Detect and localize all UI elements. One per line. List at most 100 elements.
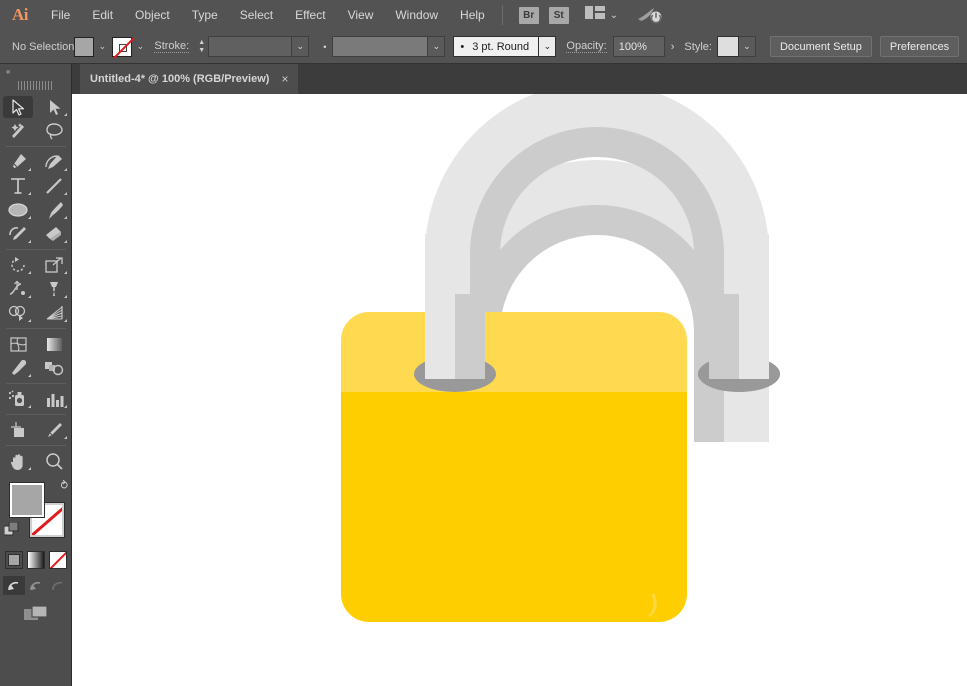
menu-effect[interactable]: Effect [284, 0, 336, 30]
fill-color-box[interactable] [9, 482, 45, 518]
fill-chevron-down-icon[interactable]: ⌄ [94, 37, 110, 57]
variable-width-input[interactable] [332, 36, 429, 57]
tool-symbol-sprayer[interactable] [0, 387, 36, 411]
tool-zoom[interactable] [36, 449, 72, 473]
color-controls: ⥁ [0, 477, 72, 549]
opacity-input[interactable]: 100% [612, 36, 665, 57]
tool-width[interactable] [0, 277, 36, 301]
graphic-style-control[interactable]: ⌄ [716, 36, 756, 57]
draw-normal-button[interactable] [2, 576, 25, 595]
tool-pen[interactable] [0, 150, 36, 174]
tools-panel-grip[interactable] [17, 79, 54, 91]
swap-fill-stroke-icon[interactable]: ⥁ [60, 479, 68, 492]
opacity-label[interactable]: Opacity: [566, 40, 607, 53]
menu-object[interactable]: Object [124, 0, 181, 30]
collapse-panel-icon[interactable]: « [6, 67, 11, 76]
stroke-weight-stepper[interactable]: ▲ ▼ [195, 36, 208, 57]
tool-blend[interactable] [36, 356, 72, 380]
tool-column-graph[interactable] [36, 387, 72, 411]
width-profile-bullet-icon: • [323, 41, 327, 52]
style-chevron-down-icon[interactable]: ⌄ [738, 36, 756, 57]
type-icon [11, 178, 25, 194]
variable-width-profile-control[interactable]: • ⌄ [317, 36, 446, 57]
fill-swatch[interactable] [74, 36, 95, 57]
brush-definition-display[interactable]: • 3 pt. Round [453, 36, 540, 57]
draw-behind-button[interactable] [24, 576, 47, 595]
stroke-weight-label[interactable]: Stroke: [154, 40, 190, 53]
screen-mode-button[interactable] [0, 604, 71, 623]
brush-definition-control[interactable]: • 3 pt. Round ⌄ [453, 36, 557, 57]
tool-hand[interactable] [0, 449, 36, 473]
menu-window[interactable]: Window [384, 0, 449, 30]
brush-chevron-down-icon[interactable]: ⌄ [539, 36, 557, 57]
tool-curvature[interactable] [36, 150, 72, 174]
perspective-grid-icon [46, 306, 63, 320]
draw-inside-button[interactable] [46, 576, 69, 595]
close-icon[interactable]: × [281, 73, 288, 85]
tool-ellipse[interactable] [0, 198, 36, 222]
canvas-area[interactable] [73, 94, 967, 686]
fill-control[interactable]: ⌄ [74, 36, 110, 57]
menu-divider [501, 5, 503, 25]
tool-shaper[interactable] [0, 222, 36, 246]
tool-paintbrush[interactable] [36, 198, 72, 222]
tool-perspective-grid[interactable] [36, 301, 72, 325]
workspace-switcher[interactable]: ⌄ [584, 6, 618, 24]
menu-type[interactable]: Type [181, 0, 229, 30]
body-main [341, 392, 687, 622]
tool-rotate[interactable] [0, 253, 36, 277]
padlock-illustration[interactable] [73, 94, 967, 686]
opacity-control[interactable]: 100% › [612, 36, 681, 57]
tool-eraser[interactable] [36, 222, 72, 246]
stroke-chevron-down-icon[interactable]: ⌄ [132, 37, 148, 57]
gradient-button[interactable] [26, 551, 45, 569]
free-transform-pin-icon [50, 282, 58, 296]
variable-width-chevron-down-icon[interactable]: ⌄ [428, 36, 446, 57]
stroke-color-control[interactable]: ⌄ [112, 36, 148, 57]
stroke-weight-input[interactable] [208, 36, 293, 57]
stroke-swatch[interactable] [112, 36, 133, 57]
stroke-weight-chevron-down-icon[interactable]: ⌄ [292, 36, 310, 57]
tool-slice[interactable] [36, 418, 72, 442]
tools-panel-header[interactable]: « [0, 64, 71, 78]
menu-select[interactable]: Select [229, 0, 284, 30]
tool-eyedropper[interactable] [0, 356, 36, 380]
tool-direct-selection[interactable] [36, 95, 72, 119]
document-tab[interactable]: Untitled-4* @ 100% (RGB/Preview) × [80, 64, 299, 94]
opacity-more-icon[interactable]: › [665, 41, 681, 53]
control-bar: No Selection ⌄ ⌄ Stroke: ▲ ▼ ⌄ • ⌄ • 3 p… [0, 30, 967, 64]
ellipse-icon [8, 203, 28, 217]
pen-nib-icon [11, 154, 26, 170]
stroke-weight-control[interactable]: ▲ ▼ ⌄ [195, 36, 310, 57]
menu-help[interactable]: Help [449, 0, 496, 30]
style-swatch[interactable] [716, 36, 739, 57]
style-label: Style: [684, 40, 712, 53]
app-logo-icon: Ai [12, 5, 29, 24]
selection-status-label: No Selection [12, 40, 75, 53]
tool-shape-builder[interactable] [0, 301, 36, 325]
tool-type[interactable] [0, 174, 36, 198]
document-tab-bar: Untitled-4* @ 100% (RGB/Preview) × [72, 64, 967, 94]
preferences-button[interactable]: Preferences [879, 36, 960, 57]
menu-file[interactable]: File [40, 0, 81, 30]
width-tool-icon [9, 280, 25, 295]
none-button[interactable] [48, 551, 67, 569]
tool-selection[interactable] [0, 95, 36, 119]
tool-free-transform[interactable] [36, 277, 72, 301]
default-fill-stroke-icon[interactable] [3, 521, 19, 542]
tool-mesh[interactable] [0, 332, 36, 356]
color-button[interactable] [4, 551, 23, 569]
tool-line-segment[interactable] [36, 174, 72, 198]
tool-magic-wand[interactable] [0, 119, 36, 143]
bridge-button[interactable]: Br [518, 6, 539, 24]
document-setup-button[interactable]: Document Setup [769, 36, 872, 57]
menu-edit[interactable]: Edit [81, 0, 124, 30]
rocket-power-icon[interactable] [636, 6, 662, 24]
tool-scale[interactable] [36, 253, 72, 277]
tool-lasso[interactable] [36, 119, 72, 143]
stock-button[interactable]: St [548, 6, 569, 24]
tool-artboard[interactable] [0, 418, 36, 442]
tool-gradient[interactable] [36, 332, 72, 356]
menu-view[interactable]: View [337, 0, 385, 30]
zoom-magnifier-icon [45, 452, 63, 470]
